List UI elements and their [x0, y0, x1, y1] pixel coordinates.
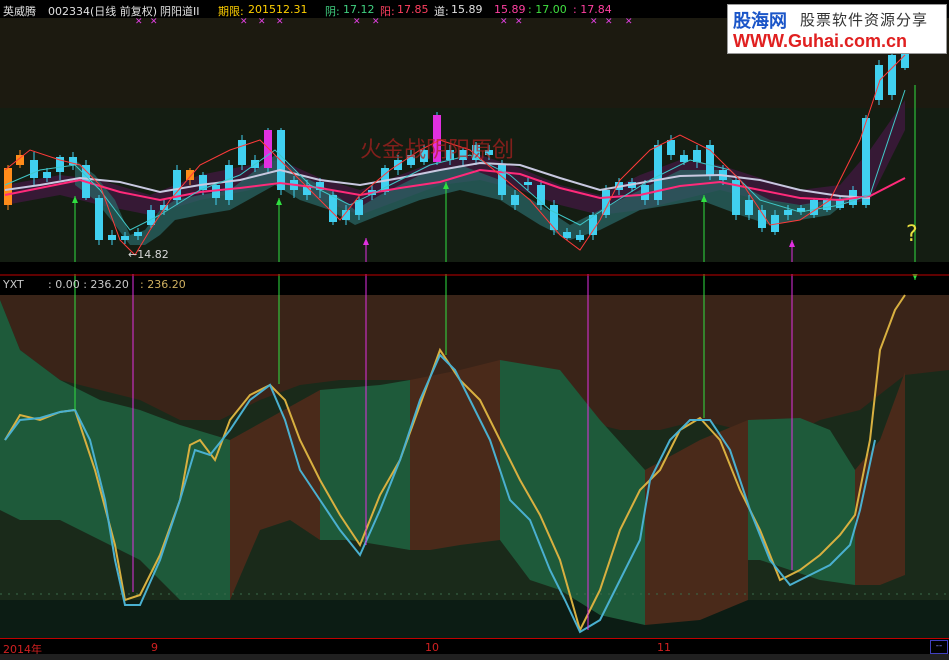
candle-body [121, 236, 129, 240]
sub-panel-value-2: : 236.20 [140, 278, 186, 291]
yang-value: 17.85 [397, 3, 429, 16]
yin-value: 17.12 [343, 3, 375, 16]
value-5: : 17.00 [528, 3, 567, 16]
candle-body [329, 195, 337, 222]
candle-body [550, 205, 558, 230]
value-4: 15.89 [494, 3, 526, 16]
chart-canvas[interactable]: ✕✕ ✕✕✕ ✕✕ ✕✕ ✕✕✕ ✕✕ [0, 0, 949, 660]
svg-text:✕: ✕ [500, 17, 508, 27]
bottom-tab-strip[interactable] [0, 654, 949, 660]
low-price-marker: ←14.82 [128, 248, 169, 261]
candle-body [4, 168, 12, 205]
svg-text:✕: ✕ [258, 17, 266, 27]
x-tick-nov: 11 [657, 641, 671, 654]
sub-panel-values: : 0.00 : 236.20 [48, 278, 129, 291]
candle-body [745, 200, 753, 215]
candle-body [576, 235, 584, 240]
x-axis: 2014年 9 10 11 [0, 638, 949, 656]
osc-panel-bottom [0, 600, 949, 638]
candle-body [43, 172, 51, 178]
svg-text:✕: ✕ [625, 17, 633, 27]
author-watermark: 火金战阴阳原创 [360, 138, 515, 163]
logo-title: 股海网 [733, 11, 787, 32]
candle-body [264, 130, 272, 168]
yang-label: 阳: [380, 5, 395, 18]
dao-value: 15.89 [451, 3, 483, 16]
candle-body [693, 150, 701, 162]
candle-body [563, 232, 571, 238]
candle-body [108, 235, 116, 240]
axis-scroll-button[interactable]: -- [930, 640, 948, 654]
period-label: 期限: [218, 5, 244, 18]
candle-body [238, 140, 246, 165]
guhai-logo: 股海网 股票软件资源分享 WWW.Guhai.com.cn [727, 4, 947, 54]
yin-label: 阴: [325, 5, 340, 18]
candle-body [147, 210, 155, 225]
candle-body [667, 140, 675, 155]
indicator-name: 阴阳道II [160, 5, 200, 18]
x-tick-oct: 10 [425, 641, 439, 654]
candle-body [680, 155, 688, 162]
candle-body [30, 160, 38, 178]
stock-code-period: 002334(日线 前复权) [48, 5, 158, 18]
value-6: : 17.84 [573, 3, 612, 16]
svg-text:✕: ✕ [605, 17, 613, 27]
candle-body [888, 55, 896, 95]
signal-arrow-head [912, 273, 918, 280]
candle-body [511, 195, 519, 205]
candle-body [134, 232, 142, 236]
osc-band-brown-2 [410, 360, 500, 550]
svg-text:✕: ✕ [353, 17, 361, 27]
dao-label: 道: [434, 5, 449, 18]
sub-panel-name: YXT [3, 278, 24, 291]
svg-text:✕: ✕ [372, 17, 380, 27]
question-mark: ? [906, 222, 918, 247]
stock-name: 英威腾 [3, 5, 36, 18]
candle-body [277, 130, 285, 190]
logo-url: WWW.Guhai.com.cn [733, 31, 907, 51]
period-value: 201512.31 [248, 3, 308, 16]
svg-text:✕: ✕ [515, 17, 523, 27]
price-panel-bottom-strip [0, 262, 949, 274]
candle-body [186, 170, 194, 180]
logo-subtitle: 股票软件资源分享 [800, 11, 929, 29]
candle-body [342, 210, 350, 220]
candle-body [784, 210, 792, 215]
svg-text:✕: ✕ [276, 17, 284, 27]
candle-body [524, 182, 532, 185]
svg-text:✕: ✕ [590, 17, 598, 27]
candle-body [95, 198, 103, 240]
x-tick-sep: 9 [151, 641, 158, 654]
